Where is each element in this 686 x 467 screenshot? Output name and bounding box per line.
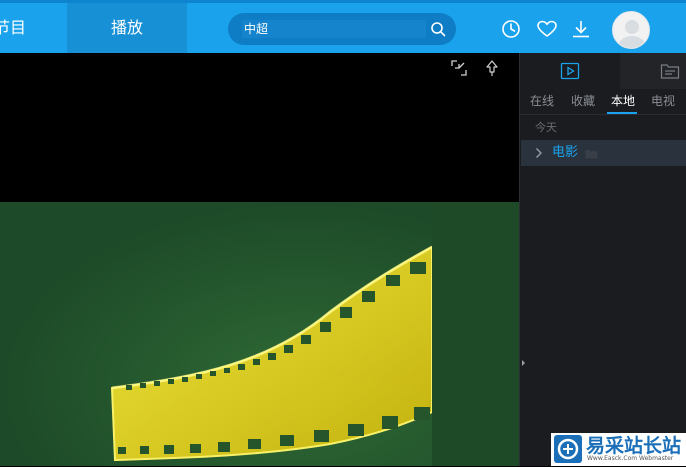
search-input-highlight — [242, 20, 426, 38]
watermark-title: 易采站长站 — [586, 435, 682, 457]
history-icon[interactable] — [500, 18, 522, 40]
tab-online[interactable]: 在线 — [530, 93, 554, 109]
user-avatar-icon — [619, 20, 645, 48]
search-box[interactable]: 中超 — [228, 13, 456, 45]
search-input[interactable]: 中超 — [244, 20, 268, 38]
tabs-divider — [519, 114, 686, 115]
playlist-panel: 在线 收藏 本地 电视 今天 电影 — [519, 53, 686, 466]
nav-tab-programs[interactable]: 节目 — [0, 3, 26, 53]
film-strip-graphic — [0, 202, 432, 466]
top-bar: 节目 播放 中超 — [0, 0, 686, 53]
collapse-panel-handle-icon[interactable] — [521, 356, 526, 370]
tab-local[interactable]: 本地 — [611, 93, 635, 109]
watermark-subtitle: Www.Easck.Com Webmaster — [587, 455, 674, 462]
download-icon[interactable] — [570, 18, 592, 40]
tab-tv[interactable]: 电视 — [651, 93, 675, 109]
shrink-window-icon[interactable] — [450, 59, 468, 77]
playlist-icon[interactable] — [560, 62, 580, 80]
favorite-heart-icon[interactable] — [536, 18, 558, 40]
video-player[interactable] — [0, 53, 519, 466]
list-item-folder[interactable]: 电影 — [521, 140, 686, 166]
video-frame-edge — [432, 202, 519, 466]
panel-header — [519, 53, 686, 89]
panel-tabs: 在线 收藏 本地 电视 — [519, 89, 686, 115]
folder-name: 电影 — [552, 145, 579, 160]
date-group-label: 今天 — [535, 121, 557, 134]
nav-tab-play[interactable]: 播放 — [67, 3, 187, 53]
folder-icon — [585, 150, 598, 159]
tab-favorites[interactable]: 收藏 — [571, 93, 595, 109]
video-frame — [0, 202, 432, 466]
panel-divider — [519, 53, 520, 466]
chevron-right-icon[interactable] — [535, 147, 543, 159]
pin-icon[interactable] — [483, 59, 501, 77]
watermark-logo-icon — [554, 435, 582, 463]
site-watermark: 易采站长站 Www.Easck.Com Webmaster — [551, 433, 686, 466]
file-list-icon[interactable] — [660, 62, 680, 80]
avatar[interactable] — [612, 11, 650, 49]
search-icon[interactable] — [430, 21, 446, 37]
